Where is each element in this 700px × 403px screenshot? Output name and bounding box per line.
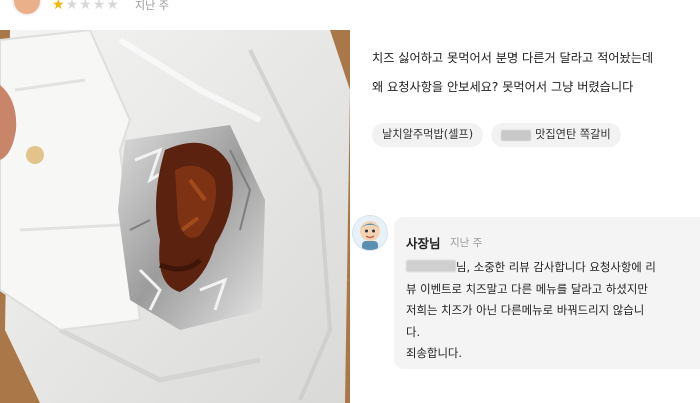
owner-character-icon <box>360 221 380 250</box>
redacted-text <box>501 129 532 141</box>
owner-reply-text: 님, 소중한 리뷰 감사합니다 요청사항에 리 뷰 이벤트로 치즈말고 다른 메… <box>406 257 696 365</box>
star-empty-icon: ★ <box>65 0 80 13</box>
reply-line: 님, 소중한 리뷰 감사합니다 요청사항에 리 <box>406 257 696 279</box>
menu-tag[interactable]: 맛집연탄 쪽갈비 <box>491 123 621 147</box>
reply-line: 죄송합니다. <box>406 346 463 360</box>
reviewer-avatar[interactable] <box>12 0 42 16</box>
owner-name: 사장님 <box>406 236 441 251</box>
redacted-customer-name <box>406 260 456 272</box>
reply-line: 다. <box>406 324 421 339</box>
reply-time: 지난 주 <box>450 237 483 249</box>
review-text: 치즈 싫어하고 못먹어서 분명 다른거 달라고 적어놨는데 왜 요청사항을 안보… <box>372 44 692 102</box>
reply-line: 뷰 이벤트로 치즈말고 다른 메뉴를 달라고 하셨지만 <box>406 281 648 296</box>
star-rating: ★★★★★ <box>52 0 120 13</box>
menu-tag-label: 날치알주먹밥(셀프) <box>382 128 474 141</box>
food-photo-illustration <box>0 30 350 403</box>
review-photo[interactable] <box>0 30 350 403</box>
menu-tag[interactable]: 날치알주먹밥(셀프) <box>372 123 484 147</box>
star-empty-icon: ★ <box>79 0 93 13</box>
star-empty-icon: ★ <box>92 0 107 13</box>
star-filled-icon: ★ <box>52 0 66 13</box>
star-empty-icon: ★ <box>106 0 120 13</box>
review-line: 치즈 싫어하고 못먹어서 분명 다른거 달라고 적어놨는데 <box>372 51 654 65</box>
reply-line: 저희는 치즈가 아닌 다른메뉴로 바꿔드리지 않습니 <box>406 303 645 317</box>
review-line: 왜 요청사항을 안보세요? 못먹어서 그냥 버렸습니다 <box>372 80 634 94</box>
review-time: 지난 주 <box>135 0 169 12</box>
owner-avatar <box>352 215 388 251</box>
menu-tag-label: 맛집연탄 쪽갈비 <box>535 128 611 141</box>
menu-tags: 날치알주먹밥(셀프) 맛집연탄 쪽갈비 <box>372 123 621 147</box>
